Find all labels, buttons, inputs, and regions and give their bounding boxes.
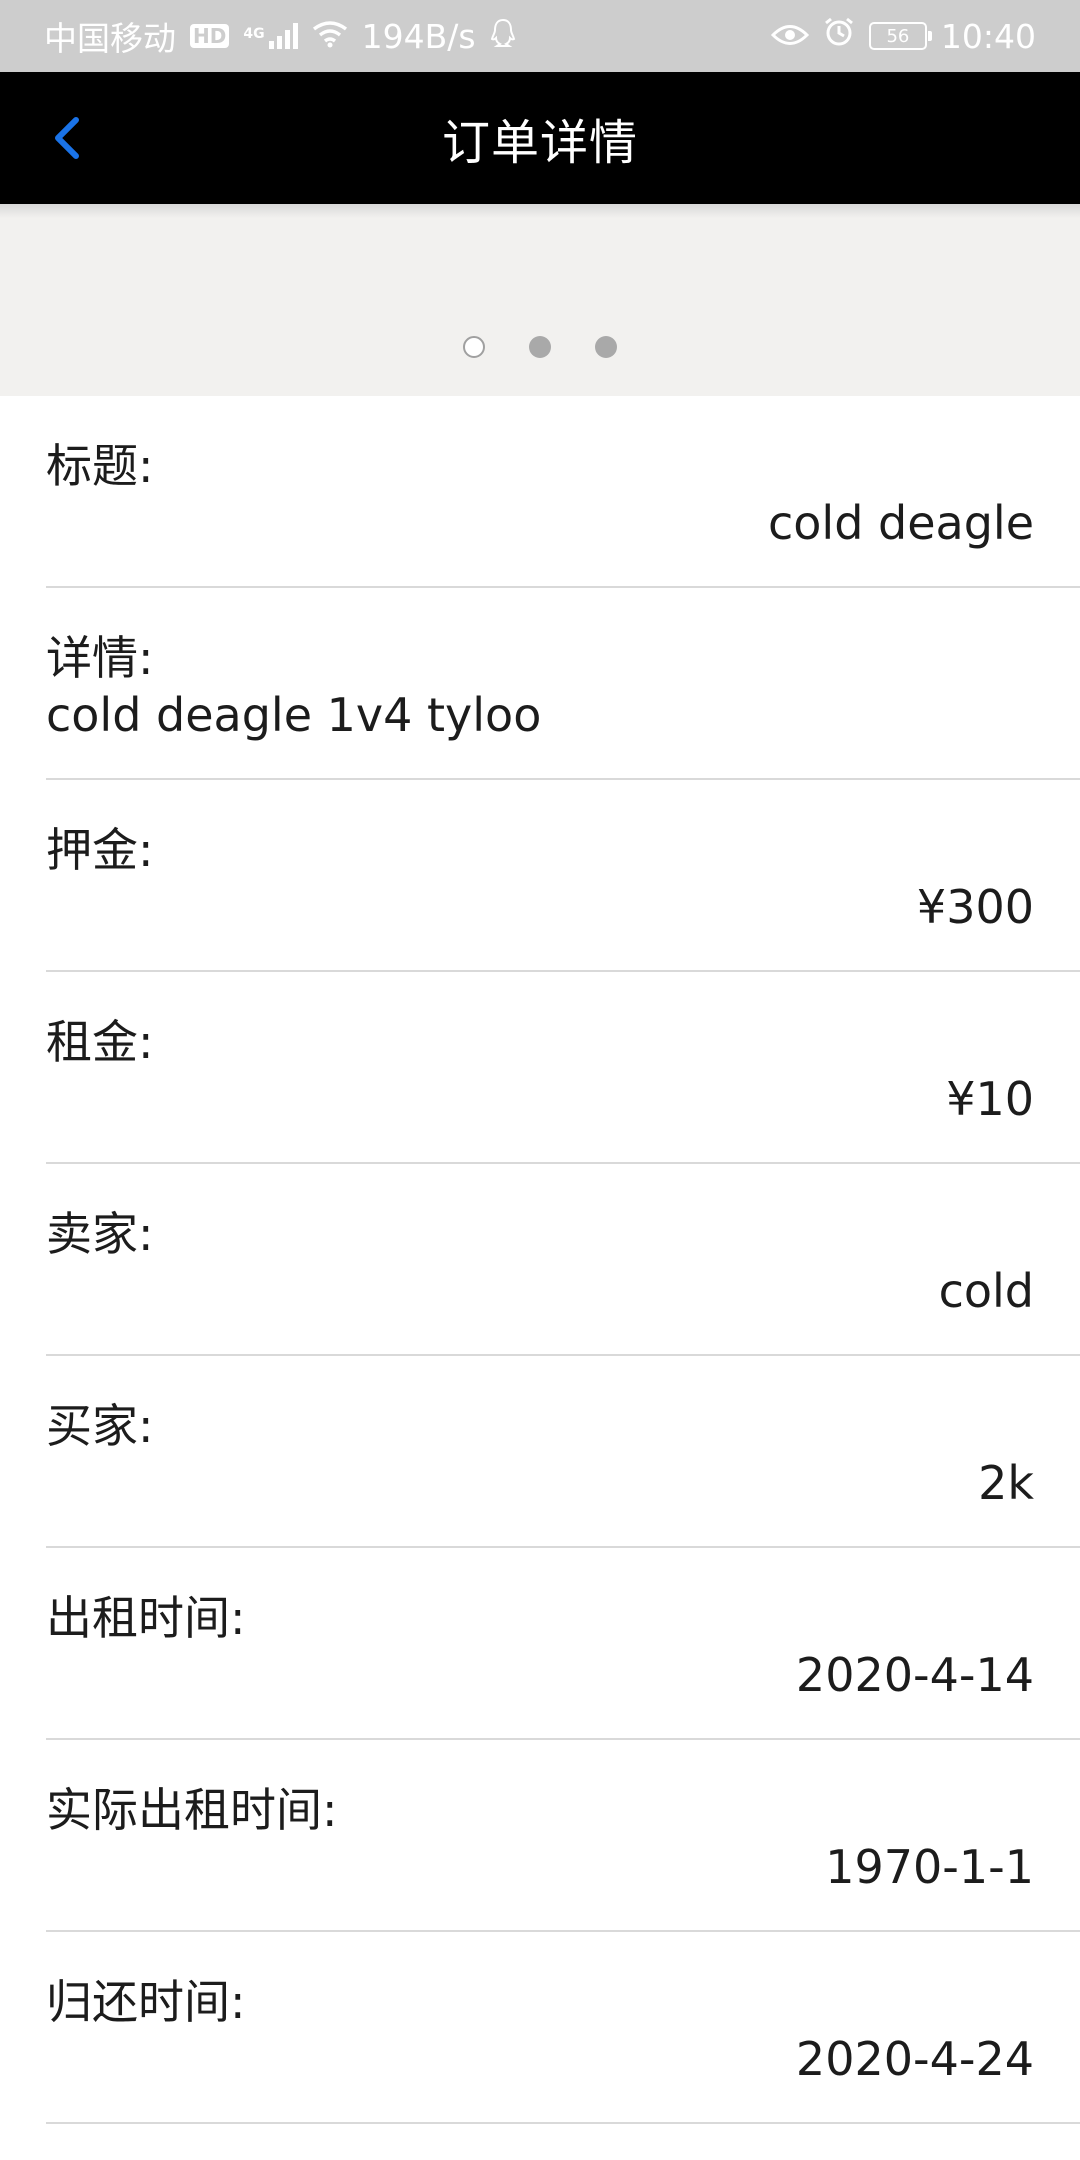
carousel-indicator	[0, 336, 1080, 358]
eye-comfort-icon	[770, 17, 810, 56]
carousel-dot-3[interactable]	[595, 336, 617, 358]
chevron-left-icon	[55, 117, 79, 159]
battery-level: 56	[886, 25, 910, 47]
hd-icon: HD	[190, 24, 230, 48]
seller-label: 卖家:	[46, 1207, 154, 1261]
signal-icon	[268, 23, 298, 49]
detail-row-seller: 卖家: cold	[46, 1164, 1080, 1356]
rent-value: ¥10	[946, 1072, 1034, 1126]
detail-row-return-time: 归还时间: 2020-4-24	[46, 1932, 1080, 2124]
return-time-value: 2020-4-24	[795, 2032, 1034, 2086]
rent-label: 租金:	[46, 1015, 154, 1069]
network-type: 4G	[243, 26, 265, 42]
actual-rent-time-label: 实际出租时间:	[46, 1783, 338, 1837]
rent-time-label: 出租时间:	[46, 1591, 246, 1645]
buyer-value: 2k	[978, 1456, 1034, 1510]
alarm-icon	[823, 16, 855, 56]
carousel-dot-1[interactable]	[463, 336, 485, 358]
title-bar: 订单详情	[0, 72, 1080, 204]
title-label: 标题:	[46, 439, 154, 493]
qq-notification-icon	[490, 17, 516, 56]
detail-row-rent: 租金: ¥10	[46, 972, 1080, 1164]
detail-row-description: 详情: cold deagle 1v4 tyloo	[46, 588, 1080, 780]
detail-row-actual-rent-time: 实际出租时间: 1970-1-1	[46, 1740, 1080, 1932]
actual-rent-time-value: 1970-1-1	[825, 1840, 1034, 1894]
page-title: 订单详情	[441, 115, 638, 171]
detail-row-title: 标题: cold deagle	[46, 396, 1080, 588]
image-carousel[interactable]	[0, 204, 1080, 396]
battery-icon: 56	[868, 22, 932, 50]
detail-row-deposit: 押金: ¥300	[46, 780, 1080, 972]
description-value: cold deagle 1v4 tyloo	[46, 688, 542, 742]
detail-row-buyer: 买家: 2k	[46, 1356, 1080, 1548]
clock: 10:40	[940, 16, 1036, 56]
buyer-label: 买家:	[46, 1399, 154, 1453]
wifi-icon	[312, 17, 348, 56]
status-left: 中国移动 HD 4G 194B/s	[44, 12, 516, 60]
status-right: 56 10:40	[770, 16, 1036, 56]
deposit-label: 押金:	[46, 823, 154, 877]
seller-value: cold	[938, 1264, 1034, 1318]
back-button[interactable]	[30, 102, 102, 174]
title-bar-shadow	[0, 204, 1080, 218]
return-time-label: 归还时间:	[46, 1975, 246, 2029]
title-value: cold deagle	[767, 496, 1034, 550]
net-speed: 194B/s	[361, 16, 476, 56]
description-label: 详情:	[46, 631, 154, 685]
status-bar: 中国移动 HD 4G 194B/s 56 10:40	[0, 0, 1080, 72]
order-details: 标题: cold deagle 详情: cold deagle 1v4 tylo…	[46, 396, 1080, 2124]
detail-row-rent-time: 出租时间: 2020-4-14	[46, 1548, 1080, 1740]
carrier-name: 中国移动	[44, 19, 176, 58]
rent-time-value: 2020-4-14	[795, 1648, 1034, 1702]
carousel-dot-2[interactable]	[529, 336, 551, 358]
deposit-value: ¥300	[916, 880, 1034, 934]
